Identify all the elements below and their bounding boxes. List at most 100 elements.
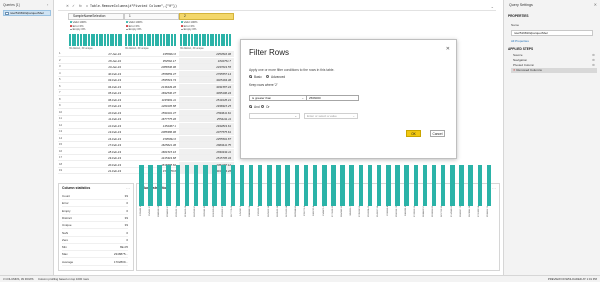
- distribution-bar[interactable]: [367, 165, 373, 206]
- step-removed-columns[interactable]: ✕ Removed Columns: [511, 68, 597, 73]
- table-cell[interactable]: 21-Feb-19: [68, 168, 124, 174]
- distribution-bar[interactable]: [386, 165, 391, 206]
- close-dialog-icon[interactable]: ✕: [446, 46, 450, 52]
- table-cell[interactable]: 2077575.61: [179, 129, 234, 135]
- distribution-bar[interactable]: [331, 165, 336, 206]
- table-cell[interactable]: 27-Jan-19: [68, 51, 124, 57]
- distribution-bar[interactable]: [340, 165, 345, 206]
- ok-button[interactable]: OK: [406, 130, 421, 137]
- table-cell[interactable]: 2669411.75: [179, 142, 234, 148]
- value-input-1[interactable]: 2566000: [306, 95, 359, 101]
- distribution-bar[interactable]: [294, 165, 300, 206]
- table-cell[interactable]: 1834751.7: [179, 57, 234, 64]
- table-cell[interactable]: 1415319.68: [124, 155, 179, 161]
- operator-select-2[interactable]: ⌄: [249, 113, 300, 119]
- distribution-bar[interactable]: [221, 165, 226, 206]
- table-cell[interactable]: 2515795.34: [179, 155, 234, 161]
- table-cell[interactable]: 1590191.37: [124, 110, 179, 116]
- table-cell[interactable]: 20-Feb-19: [68, 162, 124, 168]
- distribution-bar[interactable]: [285, 165, 290, 206]
- or-radio[interactable]: [261, 105, 265, 109]
- distribution-bar[interactable]: [239, 165, 245, 206]
- distribution-bar[interactable]: [358, 165, 364, 206]
- distribution-bar[interactable]: [303, 165, 309, 206]
- table-cell[interactable]: 1558659.37: [124, 71, 179, 77]
- distribution-bar[interactable]: [450, 165, 455, 206]
- commit-formula-icon[interactable]: ✓: [72, 4, 75, 8]
- table-cell[interactable]: 2936915.25: [179, 103, 234, 109]
- distribution-bar[interactable]: [203, 165, 208, 206]
- row-number[interactable]: 3: [58, 64, 68, 68]
- table-cell[interactable]: 2830344.11: [179, 148, 234, 155]
- distribution-bar[interactable]: [477, 165, 483, 206]
- close-icon[interactable]: ✕: [594, 2, 597, 7]
- row-number[interactable]: 8: [58, 97, 68, 101]
- table-cell[interactable]: 10-Feb-19: [68, 110, 124, 116]
- table-cell[interactable]: 2944819.61: [179, 122, 234, 129]
- distribution-bar[interactable]: [148, 165, 153, 206]
- query-item[interactable]: rav25198102parquetSbel: [3, 10, 51, 16]
- row-number[interactable]: 17: [58, 155, 68, 159]
- table-cell[interactable]: 1692530.37: [124, 90, 179, 96]
- table-cell[interactable]: 1595991.6: [124, 136, 179, 142]
- row-number[interactable]: 6: [58, 84, 68, 88]
- table-cell[interactable]: 19-Feb-19: [68, 155, 124, 161]
- table-cell[interactable]: 04-Feb-19: [68, 84, 124, 90]
- table-cell[interactable]: 17-Feb-19: [68, 142, 124, 148]
- table-cell[interactable]: 18-Feb-19: [68, 149, 124, 155]
- distribution-bar[interactable]: [440, 165, 446, 206]
- query-name-input[interactable]: rav25198102parquetSbel: [511, 30, 593, 36]
- profiling-note[interactable]: Column profiling based on top 1000 rows: [38, 276, 89, 282]
- cancel-button[interactable]: Cancel: [430, 130, 445, 137]
- row-number[interactable]: 12: [58, 123, 68, 127]
- row-number[interactable]: 5: [58, 77, 68, 81]
- table-cell[interactable]: 1454367.1: [124, 123, 179, 129]
- distribution-bar[interactable]: [422, 165, 428, 206]
- row-number[interactable]: 14: [58, 136, 68, 140]
- table-cell[interactable]: 3095196.44: [179, 90, 234, 96]
- distribution-bar[interactable]: [184, 165, 190, 206]
- table-cell[interactable]: 954562.17: [124, 58, 179, 64]
- distribution-bar[interactable]: [157, 165, 162, 206]
- table-cell[interactable]: 07-Feb-19: [68, 103, 124, 109]
- distribution-bar[interactable]: [486, 165, 492, 206]
- table-cell[interactable]: 2355501.87: [179, 135, 234, 142]
- row-number[interactable]: 10: [58, 110, 68, 114]
- table-cell[interactable]: 2088386.96: [124, 129, 179, 135]
- more-options-icon[interactable]: …: [126, 185, 130, 190]
- row-number[interactable]: 4: [58, 71, 68, 75]
- table-cell[interactable]: 3031587.44: [179, 83, 234, 90]
- table-cell[interactable]: 1595519.74: [124, 77, 179, 83]
- distribution-bar[interactable]: [413, 165, 418, 206]
- table-cell[interactable]: 1601515.16: [124, 149, 179, 155]
- table-cell[interactable]: 11-Feb-19: [68, 116, 124, 122]
- advanced-radio[interactable]: [266, 75, 270, 79]
- row-number[interactable]: 15: [58, 142, 68, 146]
- distribution-bar[interactable]: [322, 165, 327, 206]
- table-cell[interactable]: 28-Jan-19: [68, 58, 124, 64]
- distribution-bar[interactable]: [395, 165, 400, 206]
- row-number[interactable]: 18: [58, 162, 68, 166]
- distribution-bar[interactable]: [193, 165, 199, 206]
- table-cell[interactable]: 06-Feb-19: [68, 97, 124, 103]
- more-options-icon[interactable]: …: [492, 185, 496, 190]
- basic-radio[interactable]: [249, 75, 253, 79]
- distribution-bar[interactable]: [166, 165, 171, 206]
- table-cell[interactable]: 2554111.11: [179, 116, 234, 122]
- table-cell[interactable]: 1625621.36: [124, 142, 179, 148]
- distribution-bar[interactable]: [257, 165, 263, 206]
- value-input-2[interactable]: Enter or select a value ⌄: [304, 113, 358, 119]
- table-cell[interactable]: 1195961.11: [124, 97, 179, 103]
- cancel-formula-icon[interactable]: ✕: [66, 4, 69, 8]
- all-properties-link[interactable]: All Properties: [511, 39, 529, 43]
- table-cell[interactable]: 3025163.36: [179, 77, 234, 83]
- table-cell[interactable]: 1955601.6: [124, 51, 179, 57]
- distribution-bar[interactable]: [230, 165, 235, 206]
- expand-formula-icon[interactable]: ⌄: [491, 4, 494, 9]
- distribution-bar[interactable]: [212, 165, 217, 206]
- collapse-chevron-icon[interactable]: ‹: [47, 2, 48, 7]
- column-header-1[interactable]: 1: [124, 13, 179, 20]
- distribution-bar[interactable]: [404, 165, 409, 206]
- column-header-2[interactable]: 2: [179, 13, 234, 20]
- table-cell[interactable]: 2353516.06: [179, 51, 234, 57]
